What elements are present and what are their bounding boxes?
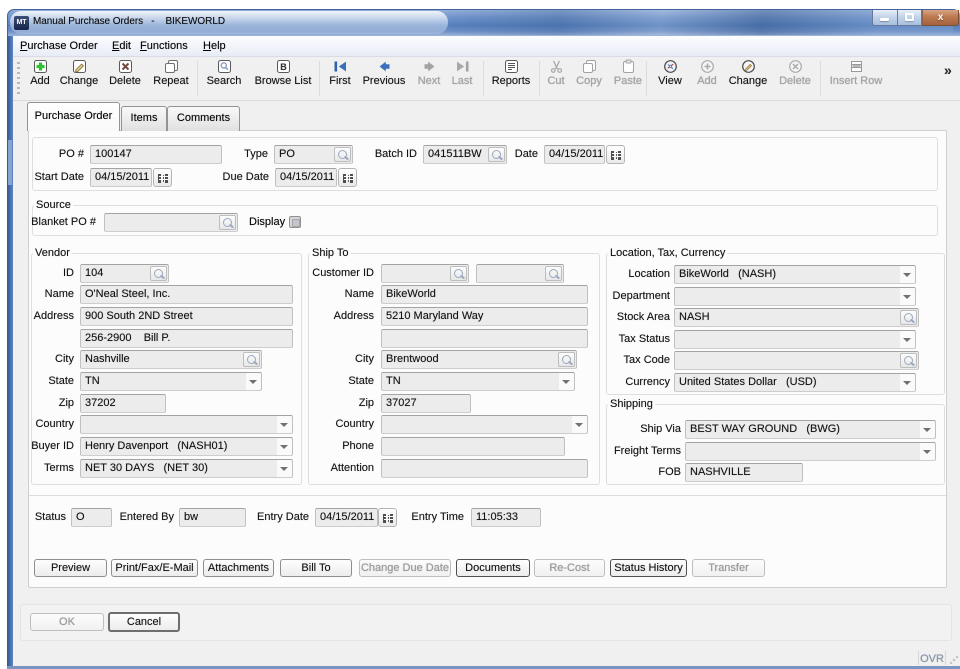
svg-text:B: B [280,62,287,72]
